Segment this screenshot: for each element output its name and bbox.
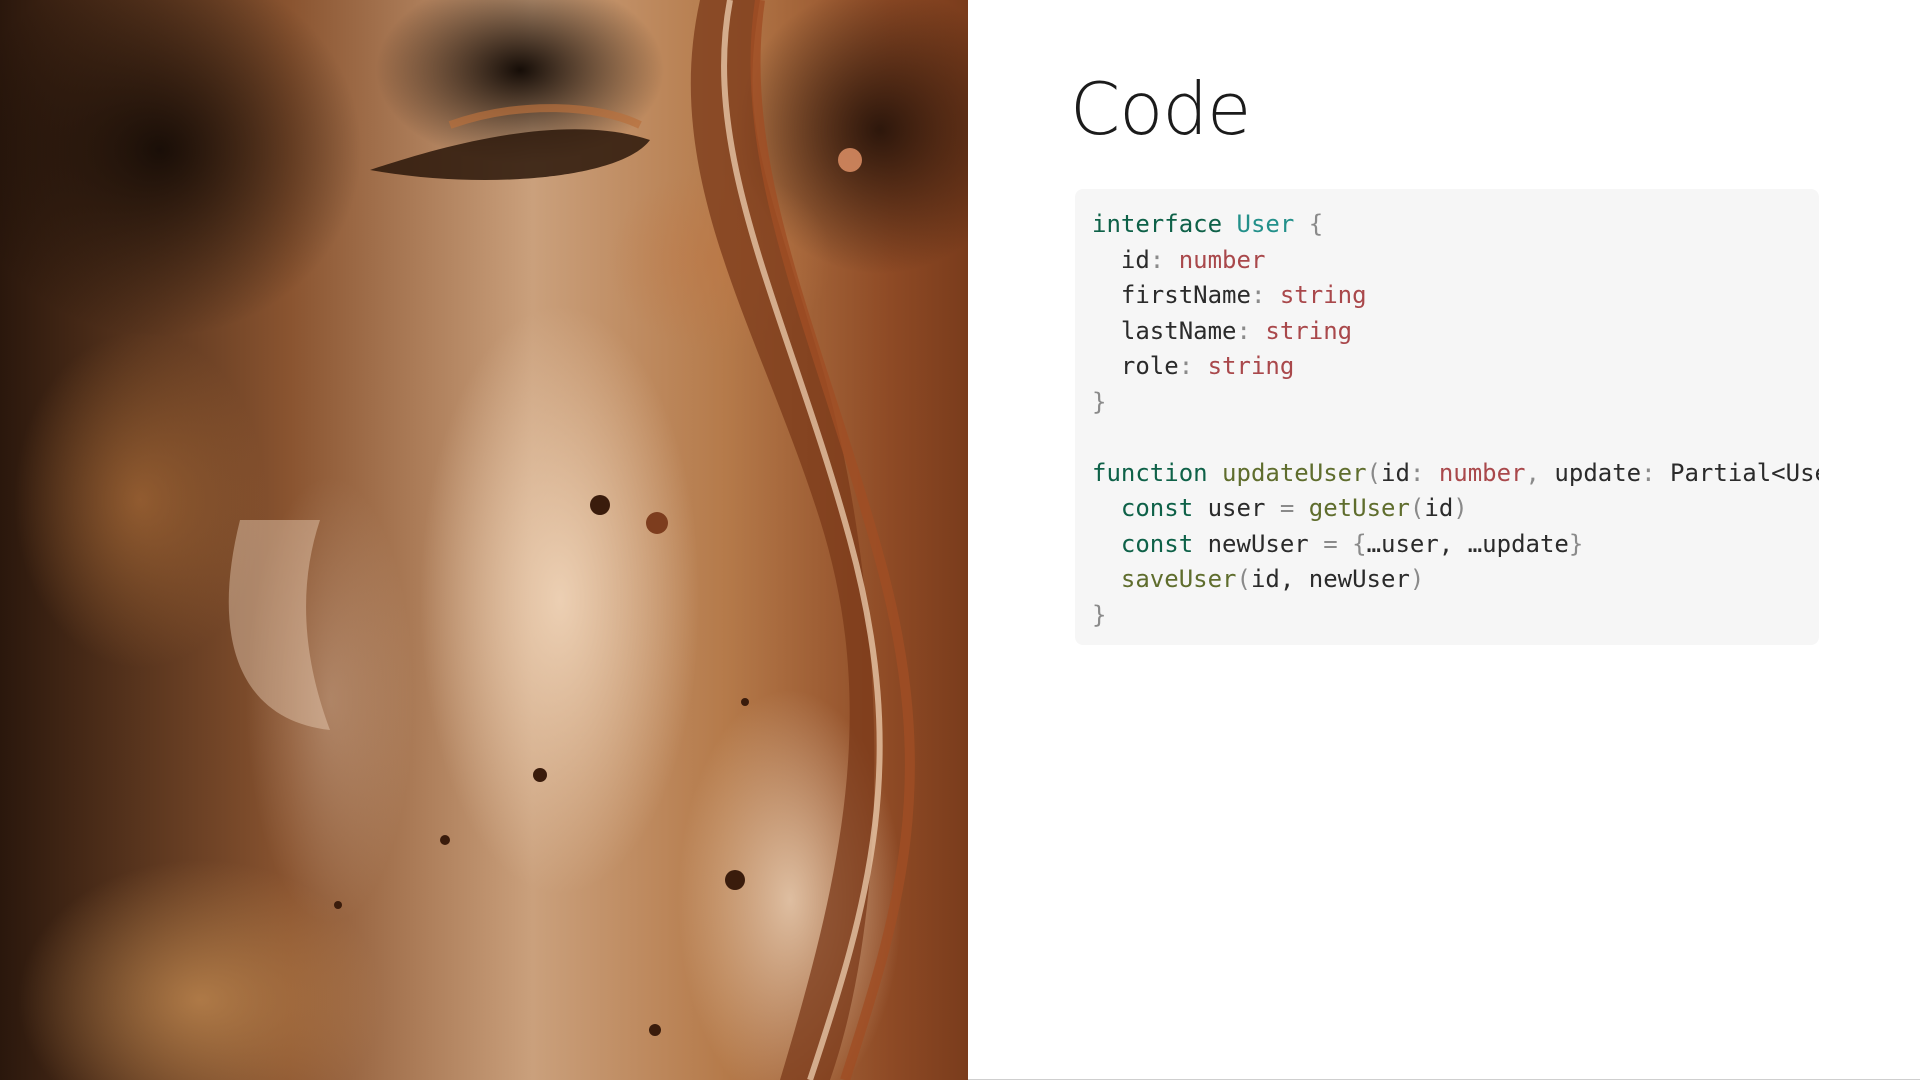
code-line: role: string bbox=[1092, 349, 1819, 385]
code-token: } bbox=[1092, 600, 1107, 629]
code-token: string bbox=[1265, 316, 1353, 345]
code-token: : bbox=[1641, 458, 1671, 487]
code-token: } bbox=[1568, 529, 1584, 558]
code-token: lastName bbox=[1092, 316, 1237, 345]
code-line: interface User { bbox=[1092, 207, 1819, 243]
slide-title: Code bbox=[1070, 67, 1251, 151]
code-token: = bbox=[1279, 494, 1309, 522]
code-line: const newUser = {…user, …update} bbox=[1092, 527, 1819, 563]
abstract-marble-image bbox=[0, 0, 968, 1080]
code-token: : bbox=[1149, 245, 1179, 274]
code-token: id bbox=[1092, 245, 1150, 274]
code-token: ( bbox=[1409, 494, 1425, 522]
code-token: number bbox=[1438, 458, 1526, 487]
code-token: …user, bbox=[1366, 529, 1468, 558]
code-text: interface User { id: number firstName: s… bbox=[1092, 207, 1819, 633]
code-line: lastName: string bbox=[1092, 314, 1819, 350]
code-token: = { bbox=[1323, 529, 1367, 558]
code-token: role bbox=[1092, 352, 1179, 380]
code-token: interface bbox=[1092, 210, 1223, 238]
code-token: id bbox=[1381, 458, 1410, 487]
code-line: function updateUser(id: number, update: … bbox=[1092, 456, 1819, 492]
code-token: user bbox=[1193, 494, 1280, 522]
code-token: ) bbox=[1409, 565, 1425, 593]
code-token: Partial<User>) { bbox=[1670, 458, 1819, 487]
code-line: firstName: string bbox=[1092, 278, 1819, 314]
code-token: string bbox=[1279, 281, 1367, 309]
marble-texture bbox=[228, 0, 915, 1080]
code-token: number bbox=[1178, 245, 1266, 274]
code-line: id: number bbox=[1092, 243, 1819, 279]
code-token: saveUser bbox=[1120, 565, 1237, 593]
code-line: const user = getUser(id) bbox=[1092, 491, 1819, 527]
code-line: } bbox=[1092, 598, 1819, 634]
code-token: User bbox=[1236, 210, 1295, 238]
slide: Code interface User { id: number firstNa… bbox=[0, 0, 1920, 1080]
code-token: , bbox=[1525, 458, 1555, 487]
code-token: const bbox=[1120, 529, 1194, 558]
code-line: saveUser(id, newUser) bbox=[1092, 562, 1819, 598]
code-block: interface User { id: number firstName: s… bbox=[1075, 189, 1819, 645]
code-token: : bbox=[1409, 458, 1439, 487]
code-token: const bbox=[1120, 494, 1194, 522]
code-token: string bbox=[1207, 352, 1295, 380]
code-token: : bbox=[1178, 352, 1208, 380]
code-token: ( bbox=[1236, 565, 1251, 593]
code-token: id, newUser bbox=[1250, 565, 1410, 593]
code-token: firstName bbox=[1092, 281, 1251, 309]
code-token: getUser bbox=[1308, 494, 1410, 522]
code-token: : bbox=[1236, 316, 1266, 345]
code-token: ( bbox=[1366, 458, 1381, 487]
code-token: : bbox=[1250, 281, 1280, 309]
code-line: } bbox=[1092, 385, 1819, 421]
code-token: id bbox=[1424, 494, 1454, 522]
code-token: …update bbox=[1467, 529, 1569, 558]
code-token: } bbox=[1092, 387, 1107, 416]
code-token: updateUser bbox=[1222, 458, 1367, 487]
code-token: newUser bbox=[1193, 529, 1324, 558]
code-token: ) bbox=[1453, 494, 1468, 522]
code-token: update bbox=[1554, 458, 1642, 487]
code-token: function bbox=[1092, 458, 1208, 487]
code-token: { bbox=[1294, 210, 1324, 238]
